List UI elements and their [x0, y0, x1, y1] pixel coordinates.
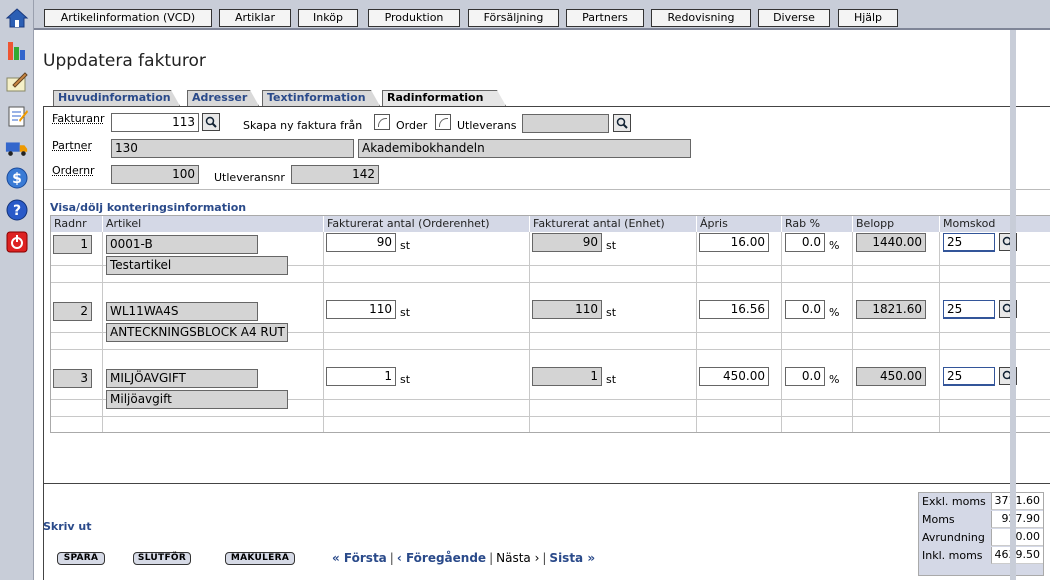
row1-artikel-field[interactable]: 0001-B: [106, 235, 258, 254]
left-icon-rail: $ ?: [0, 0, 34, 580]
utleverans-search-icon[interactable]: [613, 114, 631, 132]
menu-produktion[interactable]: Produktion: [368, 9, 460, 27]
row3-antal-order-input[interactable]: 1: [326, 367, 396, 386]
row2-artikel-field[interactable]: WL11WA4S: [106, 302, 258, 321]
right-scroll-edge[interactable]: [1010, 30, 1016, 580]
utleverans-field[interactable]: [522, 114, 609, 133]
help-icon[interactable]: ?: [5, 198, 29, 222]
finish-button[interactable]: SLUTFÖR: [133, 552, 191, 565]
menu-artiklar[interactable]: Artiklar: [219, 9, 291, 27]
row2-antal-order-input[interactable]: 110: [326, 300, 396, 319]
row2-belopp: 1821.60: [856, 300, 926, 319]
fakturanr-label: Fakturanr: [52, 112, 104, 125]
total-avrundning: Avrundning 0.00: [919, 529, 1043, 546]
total-inkl-moms: Inkl. moms 4639.50: [919, 547, 1043, 564]
row2-antal-enhet: 110: [532, 300, 602, 319]
row1-antal-order-input[interactable]: 90: [326, 233, 396, 252]
skapa-ny-faktura-label: Skapa ny faktura från: [243, 119, 362, 132]
partner-code-field[interactable]: 130: [111, 139, 354, 158]
row2-rab-input[interactable]: 0.0: [785, 300, 825, 319]
edit-note-icon[interactable]: [5, 70, 29, 94]
menu-partners[interactable]: Partners: [566, 9, 644, 27]
fakturanr-field[interactable]: 113: [111, 113, 199, 132]
totals-box: Exkl. moms 3711.60 Moms 927.90 Avrundning 0…: [918, 492, 1044, 576]
utleverans-radio[interactable]: [435, 114, 451, 130]
last-page-link[interactable]: Sista »: [549, 551, 595, 565]
next-page-text: Nästa ›: [496, 551, 539, 565]
footer-area: [43, 484, 1050, 580]
col-artikel: Artikel: [103, 216, 323, 232]
svg-text:?: ?: [13, 203, 21, 219]
tab-adresser[interactable]: Adresser: [187, 90, 259, 106]
first-page-link[interactable]: « Första: [332, 551, 387, 565]
top-menu-bar: Artikelinformation (VCD) Artiklar Inköp …: [34, 0, 1050, 30]
svg-text:$: $: [12, 171, 22, 187]
row1-antal-enhet: 90: [532, 233, 602, 252]
partner-name-field: Akademibokhandeln: [358, 139, 691, 158]
toggle-kontering-link[interactable]: Visa/dölj konteringsinformation: [50, 201, 246, 214]
fakturanr-search-icon[interactable]: [202, 113, 220, 131]
chart-icon[interactable]: [5, 38, 29, 62]
col-momskod: Momskod: [940, 216, 1050, 232]
invoice-rows-table: Radnr Artikel Fakturerat antal (Orderenh…: [50, 215, 1050, 433]
menu-hjalp[interactable]: Hjälp: [838, 9, 898, 27]
partner-label: Partner: [52, 139, 92, 152]
order-label: Order: [396, 119, 427, 132]
utleveransnr-label: Utleveransnr: [214, 171, 285, 184]
menu-forsaljning[interactable]: Försäljning: [468, 9, 559, 27]
void-button[interactable]: MAKULERA: [225, 552, 295, 565]
row1-apris-input[interactable]: 16.00: [699, 233, 769, 252]
row3-rab-input[interactable]: 0.0: [785, 367, 825, 386]
power-off-icon[interactable]: [5, 230, 29, 254]
row2-beskrivning: ANTECKNINGSBLOCK A4 RUT: [106, 323, 288, 342]
total-exkl-moms: Exkl. moms 3711.60: [919, 493, 1043, 510]
row2-momskod-input[interactable]: 25: [943, 300, 995, 319]
home-icon[interactable]: [5, 6, 29, 30]
main-content: Uppdatera fakturor Huvudinformation Adre…: [34, 30, 1050, 580]
menu-redovisning[interactable]: Redovisning: [651, 9, 751, 27]
dollar-icon[interactable]: $: [5, 166, 29, 190]
col-radnr: Radnr: [51, 216, 102, 232]
form-divider: [44, 189, 1050, 190]
row3-apris-input[interactable]: 450.00: [699, 367, 769, 386]
col-belopp: Belopp: [853, 216, 939, 232]
row2-apris-input[interactable]: 16.56: [699, 300, 769, 319]
save-button[interactable]: SPARA: [57, 552, 105, 565]
print-link[interactable]: Skriv ut: [43, 520, 92, 533]
total-moms: Moms 927.90: [919, 511, 1043, 528]
col-antal-enhet: Fakturerat antal (Enhet): [530, 216, 696, 232]
tab-huvudinformation[interactable]: Huvudinformation: [53, 90, 180, 106]
row3-radnr: 3: [53, 369, 92, 388]
row2-radnr: 2: [53, 302, 92, 321]
menu-inkop[interactable]: Inköp: [298, 9, 358, 27]
tab-radinformation[interactable]: Radinformation: [382, 90, 506, 106]
row3-momskod-input[interactable]: 25: [943, 367, 995, 386]
ordernr-field: 100: [111, 165, 199, 184]
col-rab: Rab %: [782, 216, 852, 232]
row1-rab-input[interactable]: 0.0: [785, 233, 825, 252]
ordernr-label: Ordernr: [52, 164, 95, 177]
col-antal-order: Fakturerat antal (Orderenhet): [324, 216, 529, 232]
row1-beskrivning: Testartikel: [106, 256, 288, 275]
tab-textinformation[interactable]: Textinformation: [262, 90, 380, 106]
truck-icon[interactable]: [5, 136, 29, 160]
order-radio[interactable]: [374, 114, 390, 130]
row1-momskod-input[interactable]: 25: [943, 233, 995, 252]
radinformation-panel: Fakturanr 113 Skapa ny faktura från Orde…: [43, 106, 1050, 484]
menu-diverse[interactable]: Diverse: [758, 9, 830, 27]
previous-page-link[interactable]: ‹ Föregående: [397, 551, 486, 565]
page-title: Uppdatera fakturor: [43, 51, 206, 71]
menu-artikelinformation[interactable]: Artikelinformation (VCD): [44, 9, 212, 27]
row3-artikel-field[interactable]: MILJÖAVGIFT: [106, 369, 258, 388]
col-apris: Ápris: [697, 216, 781, 232]
row3-antal-enhet: 1: [532, 367, 602, 386]
row3-beskrivning: Miljöavgift: [106, 390, 288, 409]
row1-belopp: 1440.00: [856, 233, 926, 252]
pagination: « Första | ‹ Föregående | Nästa › | Sista »: [332, 551, 595, 565]
row3-belopp: 450.00: [856, 367, 926, 386]
utleverans-label: Utleverans: [457, 119, 516, 132]
document-icon[interactable]: [5, 104, 29, 128]
utleveransnr-field: 142: [291, 165, 379, 184]
row1-radnr: 1: [53, 235, 92, 254]
